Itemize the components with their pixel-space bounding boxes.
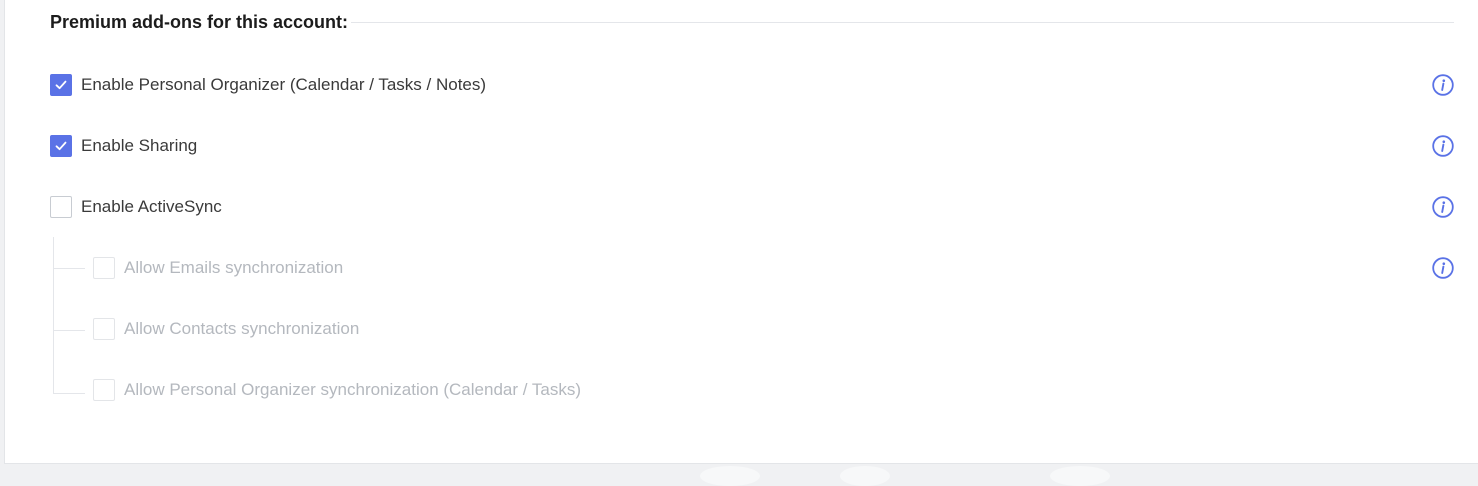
tree-connector-horizontal (53, 330, 85, 331)
emails-sync-checkbox[interactable] (93, 257, 115, 279)
premium-addons-panel: Premium add-ons for this account: Enable… (4, 0, 1478, 464)
personal-organizer-label: Enable Personal Organizer (Calendar / Ta… (81, 75, 487, 94)
background-decoration (1050, 466, 1110, 486)
background-decoration (700, 466, 760, 486)
section-divider (351, 22, 1454, 23)
check-icon (55, 141, 67, 151)
background-decoration (840, 466, 890, 486)
info-icon[interactable] (1432, 74, 1454, 96)
activesync-checkbox[interactable] (50, 196, 72, 218)
addon-activesync[interactable]: Enable ActiveSync (50, 196, 222, 218)
check-icon (55, 80, 67, 90)
personal-organizer-checkbox[interactable] (50, 74, 72, 96)
tree-connector-horizontal (53, 393, 85, 394)
contacts-sync-label: Allow Contacts synchronization (124, 319, 360, 338)
section-title: Premium add-ons for this account: (50, 12, 349, 32)
emails-sync-label: Allow Emails synchronization (124, 258, 344, 277)
activesync-organizer-option[interactable]: Allow Personal Organizer synchronization… (93, 379, 581, 401)
activesync-emails-option[interactable]: Allow Emails synchronization (93, 257, 343, 279)
addon-personal-organizer[interactable]: Enable Personal Organizer (Calendar / Ta… (50, 74, 486, 96)
info-icon[interactable] (1432, 257, 1454, 279)
organizer-sync-checkbox[interactable] (93, 379, 115, 401)
tree-connector-horizontal (53, 268, 85, 269)
info-icon[interactable] (1432, 196, 1454, 218)
organizer-sync-label: Allow Personal Organizer synchronization… (124, 380, 581, 399)
sharing-checkbox[interactable] (50, 135, 72, 157)
activesync-label: Enable ActiveSync (81, 197, 222, 216)
tree-connector-vertical (53, 237, 54, 394)
contacts-sync-checkbox[interactable] (93, 318, 115, 340)
activesync-contacts-option[interactable]: Allow Contacts synchronization (93, 318, 359, 340)
sharing-label: Enable Sharing (81, 136, 198, 155)
info-icon[interactable] (1432, 135, 1454, 157)
addon-sharing[interactable]: Enable Sharing (50, 135, 197, 157)
